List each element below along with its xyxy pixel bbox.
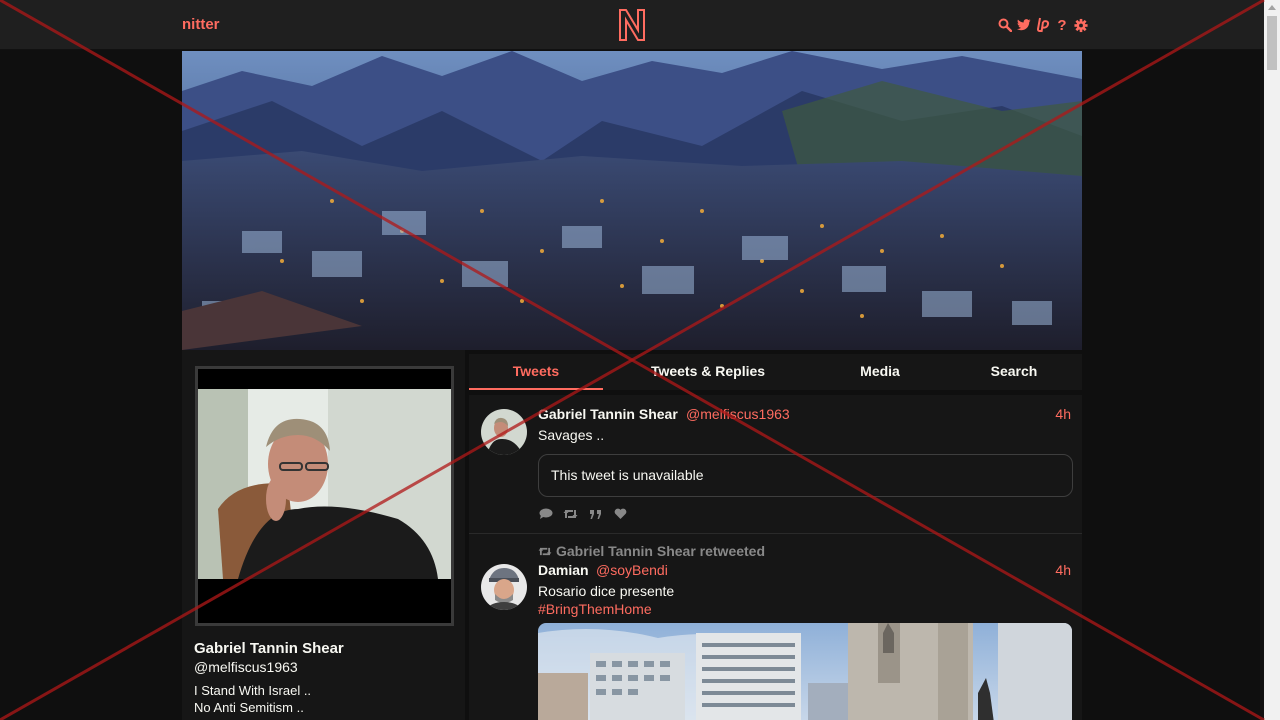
tab-search[interactable]: Search (947, 354, 1081, 390)
profile-avatar[interactable] (195, 366, 454, 626)
timeline: Gabriel Tannin Shear @melfiscus1963 4h S… (469, 395, 1082, 720)
tweet-author-name[interactable]: Gabriel Tannin Shear (538, 406, 678, 422)
twitter-icon[interactable] (1017, 17, 1031, 33)
profile-bio: I Stand With Israel .. No Anti Semitism … (194, 682, 311, 716)
profile-handle[interactable]: @melfiscus1963 (194, 659, 298, 675)
tweet-hashtag-link[interactable]: #BringThemHome (538, 601, 652, 617)
heart-icon[interactable] (613, 507, 628, 521)
search-icon[interactable] (998, 17, 1012, 33)
tweet-author-handle[interactable]: @melfiscus1963 (686, 406, 790, 422)
tweet-text: Savages .. (538, 427, 605, 443)
tweet-text: Rosario dice presente (538, 583, 675, 599)
nav-icons: ? (998, 16, 1088, 34)
tab-tweets[interactable]: Tweets (469, 354, 603, 390)
profile-bio-line-1: I Stand With Israel .. (194, 683, 312, 698)
help-icon[interactable]: ? (1055, 17, 1069, 34)
scrollbar-thumb[interactable] (1267, 16, 1277, 70)
timeline-tabs: Tweets Tweets & Replies Media Search (469, 354, 1082, 390)
tweet-date[interactable]: 4h (1055, 562, 1071, 578)
tweet-date[interactable]: 4h (1055, 406, 1071, 422)
profile-card: Gabriel Tannin Shear @melfiscus1963 I St… (182, 350, 465, 720)
tweet-author-name[interactable]: Damian (538, 562, 589, 578)
comment-icon[interactable] (538, 507, 553, 521)
tweet-item[interactable]: Gabriel Tannin Shear retweeted Damian @s… (469, 535, 1082, 720)
tab-media[interactable]: Media (813, 354, 947, 390)
tab-tweets-replies[interactable]: Tweets & Replies (641, 354, 775, 390)
tweet-item[interactable]: Gabriel Tannin Shear @melfiscus1963 4h S… (469, 395, 1082, 534)
tweet-author-handle[interactable]: @soyBendi (596, 562, 668, 578)
quote-icon[interactable] (588, 507, 603, 521)
retweet-icon[interactable] (563, 507, 578, 521)
tweet-actions (538, 507, 628, 521)
brand-link[interactable]: nitter (182, 16, 220, 33)
profile-name[interactable]: Gabriel Tannin Shear (194, 640, 344, 657)
tweet-avatar[interactable] (481, 409, 527, 455)
profile-banner[interactable] (182, 51, 1082, 350)
quoted-tweet-unavailable: This tweet is unavailable (538, 454, 1073, 497)
retweet-indicator-icon (538, 547, 552, 555)
nitter-logo[interactable] (616, 6, 648, 42)
liberapay-icon[interactable] (1036, 17, 1050, 33)
tweet-avatar[interactable] (481, 564, 527, 610)
navbar: nitter ? (0, 0, 1264, 50)
page-scrollbar[interactable] (1264, 0, 1280, 720)
gear-icon[interactable] (1074, 17, 1088, 33)
profile-bio-line-2: No Anti Semitism .. (194, 700, 304, 715)
retweet-header: Gabriel Tannin Shear retweeted (538, 543, 765, 559)
retweet-label: Gabriel Tannin Shear retweeted (556, 543, 766, 559)
tweet-media-image[interactable] (538, 623, 1072, 720)
scroll-up-arrow-icon[interactable] (1268, 5, 1276, 10)
